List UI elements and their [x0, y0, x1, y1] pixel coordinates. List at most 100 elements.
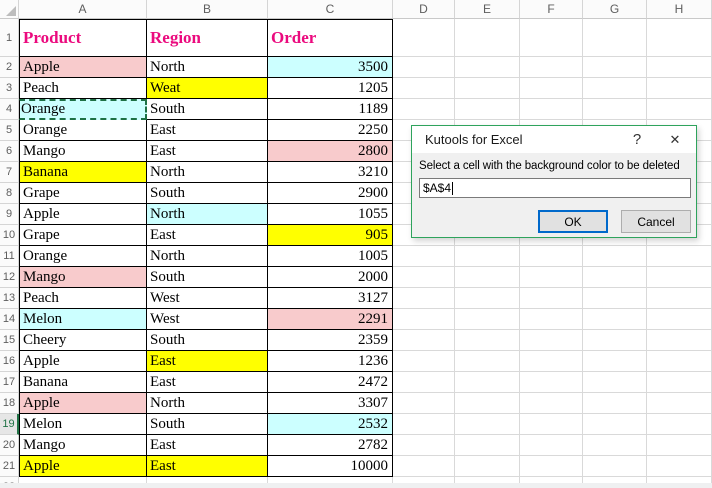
cell-B21[interactable]: East [147, 456, 268, 477]
cell-C5[interactable]: 2250 [268, 120, 393, 141]
cell-A1[interactable]: Product [19, 19, 147, 57]
cell-G1[interactable] [583, 19, 647, 57]
cell-H18[interactable] [647, 393, 712, 414]
cell-B8[interactable]: South [147, 183, 268, 204]
cell-D15[interactable] [393, 330, 455, 351]
cell-G3[interactable] [583, 78, 647, 99]
cell-E15[interactable] [455, 330, 520, 351]
cell-H4[interactable] [647, 99, 712, 120]
cell-D11[interactable] [393, 246, 455, 267]
cell-D3[interactable] [393, 78, 455, 99]
cell-E21[interactable] [455, 456, 520, 477]
cancel-button[interactable]: Cancel [621, 210, 691, 233]
cell-D21[interactable] [393, 456, 455, 477]
cell-C8[interactable]: 2900 [268, 183, 393, 204]
cell-A3[interactable]: Peach [19, 78, 147, 99]
cell-A12[interactable]: Mango [19, 267, 147, 288]
cell-C21[interactable]: 10000 [268, 456, 393, 477]
row-header-14[interactable]: 14 [0, 309, 19, 330]
cell-H17[interactable] [647, 372, 712, 393]
row-header-20[interactable]: 20 [0, 435, 19, 456]
cell-D17[interactable] [393, 372, 455, 393]
cell-E14[interactable] [455, 309, 520, 330]
cell-H11[interactable] [647, 246, 712, 267]
cell-E3[interactable] [455, 78, 520, 99]
cell-C6[interactable]: 2800 [268, 141, 393, 162]
cell-D12[interactable] [393, 267, 455, 288]
cell-B1[interactable]: Region [147, 19, 268, 57]
cell-A16[interactable]: Apple [19, 351, 147, 372]
cell-E11[interactable] [455, 246, 520, 267]
cell-A21[interactable]: Apple [19, 456, 147, 477]
cell-F11[interactable] [520, 246, 583, 267]
cell-D14[interactable] [393, 309, 455, 330]
cell-C13[interactable]: 3127 [268, 288, 393, 309]
cell-F13[interactable] [520, 288, 583, 309]
cell-D2[interactable] [393, 57, 455, 78]
cell-D18[interactable] [393, 393, 455, 414]
cell-C7[interactable]: 3210 [268, 162, 393, 183]
cell-B6[interactable]: East [147, 141, 268, 162]
cell-B9[interactable]: North [147, 204, 268, 225]
dialog-titlebar[interactable]: Kutools for Excel ? ✕ [412, 126, 696, 153]
cell-G20[interactable] [583, 435, 647, 456]
row-header-16[interactable]: 16 [0, 351, 19, 372]
cell-B19[interactable]: South [147, 414, 268, 435]
cell-B20[interactable]: East [147, 435, 268, 456]
cell-E16[interactable] [455, 351, 520, 372]
cell-F21[interactable] [520, 456, 583, 477]
cell-G11[interactable] [583, 246, 647, 267]
column-header-A[interactable]: A [19, 0, 147, 19]
cell-H16[interactable] [647, 351, 712, 372]
cell-G15[interactable] [583, 330, 647, 351]
cell-G13[interactable] [583, 288, 647, 309]
cell-C17[interactable]: 2472 [268, 372, 393, 393]
row-header-9[interactable]: 9 [0, 204, 19, 225]
row-header-21[interactable]: 21 [0, 456, 19, 477]
cell-E13[interactable] [455, 288, 520, 309]
row-header-10[interactable]: 10 [0, 225, 19, 246]
cell-H21[interactable] [647, 456, 712, 477]
cell-B18[interactable]: North [147, 393, 268, 414]
cell-A17[interactable]: Banana [19, 372, 147, 393]
cell-E4[interactable] [455, 99, 520, 120]
row-header-17[interactable]: 17 [0, 372, 19, 393]
cell-C14[interactable]: 2291 [268, 309, 393, 330]
cell-A9[interactable]: Apple [19, 204, 147, 225]
cell-C20[interactable]: 2782 [268, 435, 393, 456]
cell-H15[interactable] [647, 330, 712, 351]
cell-F20[interactable] [520, 435, 583, 456]
row-header-7[interactable]: 7 [0, 162, 19, 183]
cell-H1[interactable] [647, 19, 712, 57]
cell-G12[interactable] [583, 267, 647, 288]
column-header-D[interactable]: D [393, 0, 455, 19]
cell-C2[interactable]: 3500 [268, 57, 393, 78]
cell-D20[interactable] [393, 435, 455, 456]
row-header-6[interactable]: 6 [0, 141, 19, 162]
cell-A20[interactable]: Mango [19, 435, 147, 456]
cell-C15[interactable]: 2359 [268, 330, 393, 351]
cell-H20[interactable] [647, 435, 712, 456]
cell-A10[interactable]: Grape [19, 225, 147, 246]
cell-A13[interactable]: Peach [19, 288, 147, 309]
cell-A14[interactable]: Melon [19, 309, 147, 330]
row-header-13[interactable]: 13 [0, 288, 19, 309]
row-header-3[interactable]: 3 [0, 78, 19, 99]
cell-F19[interactable] [520, 414, 583, 435]
cell-D13[interactable] [393, 288, 455, 309]
cell-G16[interactable] [583, 351, 647, 372]
cell-E20[interactable] [455, 435, 520, 456]
cell-C10[interactable]: 905 [268, 225, 393, 246]
cell-D19[interactable] [393, 414, 455, 435]
row-header-4[interactable]: 4 [0, 99, 19, 120]
cell-A6[interactable]: Mango [19, 141, 147, 162]
cell-A2[interactable]: Apple [19, 57, 147, 78]
cell-E17[interactable] [455, 372, 520, 393]
cell-C16[interactable]: 1236 [268, 351, 393, 372]
cell-F2[interactable] [520, 57, 583, 78]
cell-B7[interactable]: North [147, 162, 268, 183]
column-header-G[interactable]: G [583, 0, 647, 19]
range-input[interactable]: $A$4 [419, 178, 691, 198]
cell-D16[interactable] [393, 351, 455, 372]
cell-F3[interactable] [520, 78, 583, 99]
